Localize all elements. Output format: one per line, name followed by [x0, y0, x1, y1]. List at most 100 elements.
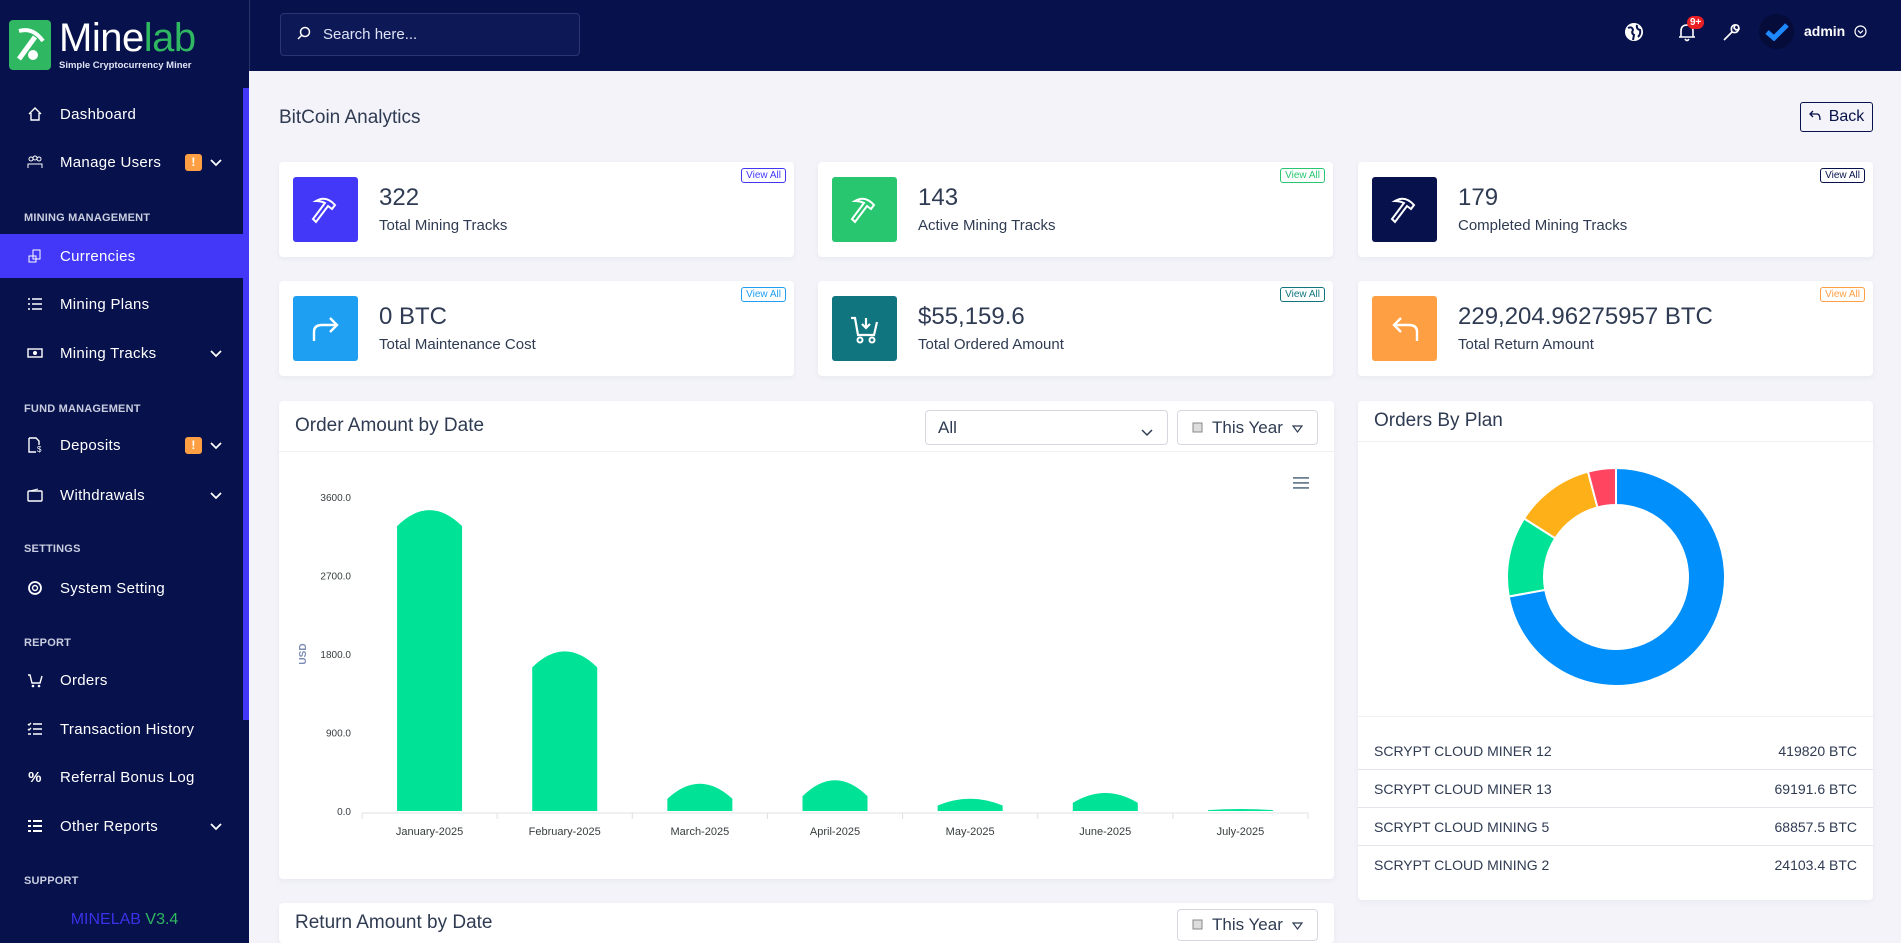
pickaxe-logo-icon: [9, 19, 51, 70]
plan-filter-select[interactable]: All: [925, 410, 1168, 445]
section-heading: FUND MANAGEMENT: [24, 403, 141, 415]
menu-line: [1293, 477, 1309, 479]
bar[interactable]: [667, 783, 733, 811]
cart-icon: [25, 670, 45, 690]
share-icon: [293, 296, 358, 361]
sidebar-item-label: System Setting: [60, 579, 166, 597]
stat-value: 143: [918, 184, 959, 211]
sidebar-item-system-setting[interactable]: System Setting: [0, 566, 243, 610]
reply-arrow-icon: [1808, 108, 1821, 126]
reply-icon: [1372, 296, 1437, 361]
bar[interactable]: [397, 510, 463, 811]
sidebar-item-manage-users[interactable]: Manage Users !: [0, 140, 243, 184]
period-dropdown[interactable]: This Year: [1177, 410, 1318, 445]
stat-label: Total Ordered Amount: [918, 336, 1064, 353]
plan-name: SCRYPT CLOUD MINER 13: [1374, 780, 1552, 797]
menu-line: [1293, 482, 1309, 484]
bar[interactable]: [1207, 808, 1273, 811]
section-heading: SETTINGS: [24, 543, 81, 555]
user-name[interactable]: admin: [1804, 23, 1845, 39]
plan-row: SCRYPT CLOUD MINER 13 69191.6 BTC: [1358, 770, 1873, 808]
view-all-button[interactable]: View All: [741, 287, 786, 302]
stat-card: $55,159.6 Total Ordered Amount View All: [818, 281, 1333, 376]
sidebar-item-referral-bonus-log[interactable]: % Referral Bonus Log: [0, 755, 243, 799]
period-dropdown[interactable]: This Year: [1177, 909, 1318, 941]
plan-amount: 419820 BTC: [1778, 742, 1857, 759]
x-tick-label: March-2025: [671, 826, 730, 838]
sidebar-item-mining-plans[interactable]: Mining Plans: [0, 282, 243, 326]
logo[interactable]: Minelab Simple Cryptocurrency Miner: [9, 18, 196, 71]
percent-icon: %: [28, 768, 42, 786]
section-heading: SUPPORT: [24, 875, 79, 887]
money-icon: [25, 343, 45, 363]
globe-icon[interactable]: [1622, 20, 1646, 44]
sidebar-item-label: Withdrawals: [60, 486, 145, 504]
plan-name: SCRYPT CLOUD MINING 5: [1374, 818, 1550, 835]
sidebar-scrollbar[interactable]: [243, 88, 249, 720]
back-button[interactable]: Back: [1800, 102, 1873, 132]
y-tick-label: 0.0: [337, 807, 351, 818]
sidebar-item-orders[interactable]: Orders: [0, 658, 243, 702]
sidebar-item-label: Orders: [60, 671, 108, 689]
stat-label: Completed Mining Tracks: [1458, 217, 1628, 234]
order-amount-chart-card: Order Amount by Date All This Year 0.0 90…: [279, 401, 1334, 879]
search-box[interactable]: [280, 13, 580, 56]
y-tick-label: 3600.0: [320, 493, 351, 504]
stat-label: Total Return Amount: [1458, 336, 1594, 353]
sidebar-item-currencies[interactable]: Currencies: [0, 234, 243, 278]
caret-down-icon: [1291, 915, 1304, 935]
sidebar-item-transaction-history[interactable]: Transaction History: [0, 707, 243, 751]
dropdown-value: This Year: [1212, 915, 1283, 934]
chevron-down-icon: [210, 154, 222, 171]
view-all-button[interactable]: View All: [1280, 287, 1325, 302]
logo-text-accent: lab: [143, 16, 196, 60]
chevron-down-icon: [1141, 422, 1153, 442]
wrench-icon[interactable]: [1720, 20, 1744, 44]
y-tick-label: 1800.0: [320, 650, 351, 661]
stat-value: 229,204.96275957 BTC: [1458, 303, 1713, 330]
stat-label: Active Mining Tracks: [918, 217, 1056, 234]
divider: [1358, 716, 1873, 717]
sidebar-item-withdrawals[interactable]: Withdrawals: [0, 473, 243, 517]
avatar[interactable]: [1759, 14, 1794, 49]
orders-by-plan-donut-chart: [1506, 466, 1726, 687]
sidebar-item-label: Mining Plans: [60, 295, 150, 313]
chevron-down-circle-icon[interactable]: [1848, 19, 1872, 43]
view-all-button[interactable]: View All: [1280, 168, 1325, 183]
notification-bell-icon[interactable]: 9+: [1675, 16, 1705, 44]
view-all-button[interactable]: View All: [741, 168, 786, 183]
chevron-down-icon: [210, 818, 222, 835]
plan-name: SCRYPT CLOUD MINING 2: [1374, 857, 1550, 873]
stat-card: 229,204.96275957 BTC Total Return Amount…: [1358, 281, 1873, 376]
logo-text: Mine: [59, 16, 144, 60]
sidebar-item-label: Dashboard: [60, 105, 137, 123]
x-tick-label: January-2025: [396, 826, 463, 838]
sidebar-item-deposits[interactable]: $ Deposits !: [0, 423, 243, 467]
sidebar-item-other-reports[interactable]: Other Reports: [0, 804, 243, 848]
sidebar-item-dashboard[interactable]: Dashboard: [0, 92, 243, 136]
chevron-down-icon: [210, 487, 222, 504]
calendar-icon: [1192, 915, 1203, 935]
hammer-icon: [1372, 177, 1437, 242]
sidebar-item-mining-tracks[interactable]: Mining Tracks: [0, 331, 243, 375]
sidebar-item-label: Currencies: [60, 247, 136, 265]
bar[interactable]: [532, 651, 598, 811]
plan-name: SCRYPT CLOUD MINER 12: [1374, 742, 1552, 759]
view-all-button[interactable]: View All: [1820, 287, 1865, 302]
search-input[interactable]: [323, 26, 563, 43]
list-icon: [25, 294, 45, 314]
invoice-dollar-icon: $: [25, 435, 45, 455]
chart-menu-icon[interactable]: [1293, 477, 1309, 489]
home-icon: [25, 104, 45, 124]
view-all-button[interactable]: View All: [1820, 168, 1865, 183]
plan-amount: 24103.4 BTC: [1774, 857, 1858, 873]
topbar: 9+ admin: [249, 0, 1901, 71]
stat-card: 0 BTC Total Maintenance Cost View All: [279, 281, 794, 376]
notification-count-badge: 9+: [1687, 16, 1705, 29]
order-amount-bar-chart: 0.0 900.0 1800.0 2700.0 3600.0 USD January-202…: [298, 477, 1309, 838]
bar[interactable]: [802, 780, 868, 811]
stat-card: 322 Total Mining Tracks View All: [279, 162, 794, 257]
bar[interactable]: [1072, 793, 1138, 811]
bar[interactable]: [937, 798, 1003, 811]
stat-value: 322: [379, 184, 420, 211]
